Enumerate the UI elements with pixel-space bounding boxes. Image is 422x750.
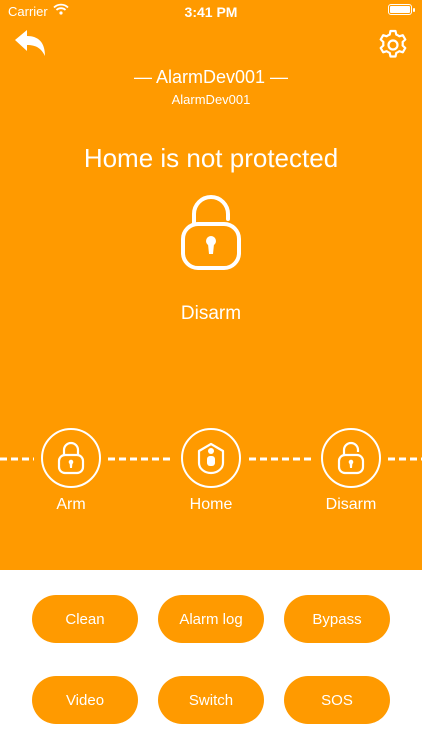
video-button[interactable]: Video [32,676,138,724]
mode-connector [108,457,174,461]
disarm-mode-button[interactable] [321,428,381,488]
mode-label-disarm: Disarm [325,496,377,513]
clock-time: 3:41 PM [184,4,238,20]
protection-headline: Home is not protected [83,143,339,173]
clean-button[interactable]: Clean [32,595,138,643]
mode-connector [249,457,315,461]
status-bar: Carrier 3:41 PM [0,0,422,24]
lock-closed-icon [57,441,85,475]
alarm-log-button[interactable]: Alarm log [158,595,264,643]
bypass-button[interactable]: Bypass [284,595,390,643]
home-shield-icon [197,442,225,475]
back-arrow-icon[interactable] [12,27,48,59]
device-subtitle: AlarmDev001 [171,92,251,107]
current-status-label: Disarm [180,303,242,324]
mode-label-arm: Arm [56,496,86,513]
lock-open-icon [337,441,365,475]
battery-icon [388,4,415,15]
device-title: — AlarmDev001 — [133,67,289,87]
mode-connector [388,457,422,461]
lock-open-icon [181,195,241,270]
switch-button[interactable]: Switch [158,676,264,724]
arm-mode-button[interactable] [41,428,101,488]
home-mode-button[interactable] [181,428,241,488]
action-panel: Clean Alarm log Bypass Video Switch SOS [0,570,422,750]
mode-connector [0,457,34,461]
gear-icon[interactable] [376,28,410,62]
alarm-panel: Carrier 3:41 PM — AlarmDev001 — AlarmDev… [0,0,422,570]
mode-label-home: Home [189,496,233,513]
sos-button[interactable]: SOS [284,676,390,724]
